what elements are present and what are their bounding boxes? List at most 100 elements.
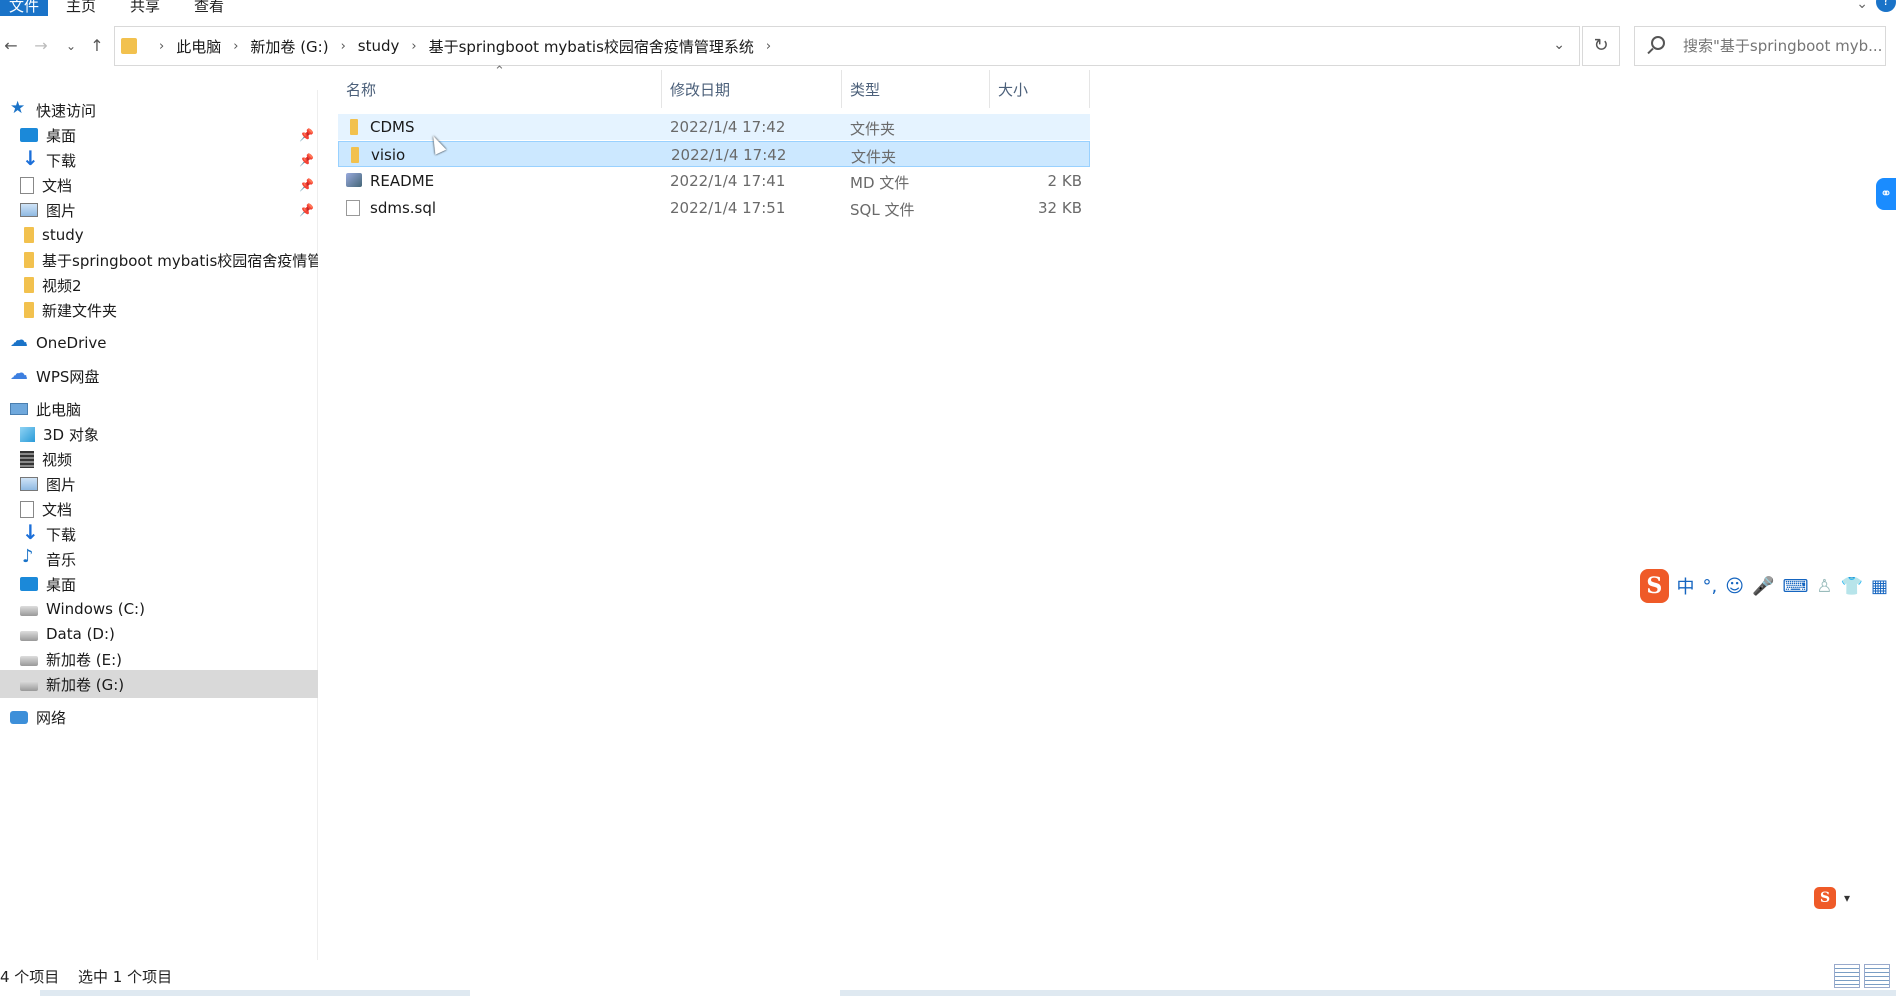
sidebar-item-downloads[interactable]: 下载 📌: [0, 146, 318, 174]
sidebar-item-label: 3D 对象: [43, 425, 99, 444]
refresh-icon[interactable]: ↻: [1582, 26, 1620, 66]
file-name: visio: [371, 146, 406, 164]
sidebar-item-pc-desktop[interactable]: 桌面: [0, 570, 318, 598]
column-header-label: 类型: [850, 80, 881, 99]
pictures-icon: [20, 203, 38, 217]
sidebar-item-drive-g[interactable]: 新加卷 (G:): [0, 670, 318, 698]
sidebar-item-desktop[interactable]: 桌面 📌: [0, 121, 318, 149]
pin-icon[interactable]: 📌: [299, 178, 314, 192]
sidebar-item-onedrive[interactable]: OneDrive: [0, 329, 318, 357]
sidebar-item-label: Data (D:): [46, 625, 115, 643]
sidebar-item-wps[interactable]: WPS网盘: [0, 362, 318, 390]
breadcrumb-chevron-icon[interactable]: ›: [333, 39, 354, 54]
keyboard-icon[interactable]: ⌨: [1782, 576, 1808, 597]
column-header-type[interactable]: 类型: [842, 70, 990, 108]
markdown-file-icon: [346, 173, 362, 187]
column-header-size[interactable]: 大小: [990, 70, 1090, 108]
toolbox-icon[interactable]: ▦: [1871, 576, 1888, 597]
sogou-logo-icon[interactable]: S: [1814, 887, 1836, 909]
sidebar-item-pc-pictures[interactable]: 图片: [0, 470, 318, 498]
breadcrumb-chevron-icon[interactable]: ›: [403, 39, 424, 54]
ime-language-toggle[interactable]: 中: [1677, 573, 1695, 599]
emoji-icon[interactable]: ☺: [1725, 576, 1744, 597]
sidebar-item-network[interactable]: 网络: [0, 703, 318, 731]
breadcrumb-this-pc[interactable]: 此电脑: [172, 36, 225, 57]
file-row-visio[interactable]: visio 2022/1/4 17:42 文件夹: [338, 141, 1090, 167]
column-header-label: 名称: [346, 80, 377, 99]
column-header-name[interactable]: 名称 ⌃: [338, 64, 662, 108]
back-icon[interactable]: ←: [0, 34, 22, 58]
breadcrumb-study[interactable]: study: [354, 37, 404, 55]
link-icon[interactable]: ⚭: [1876, 178, 1896, 210]
sidebar-item-label: 文档: [42, 176, 73, 195]
file-row-cdms[interactable]: CDMS 2022/1/4 17:42 文件夹: [338, 114, 1090, 140]
sidebar-item-drive-e[interactable]: 新加卷 (E:): [0, 645, 318, 673]
sidebar-item-label: 图片: [46, 475, 77, 494]
bottom-scroll-strip: [0, 990, 1896, 996]
selection-count: 选中 1 个项目: [78, 968, 173, 986]
pin-icon[interactable]: 📌: [299, 203, 314, 217]
drive-icon: [20, 631, 38, 641]
column-header-date[interactable]: 修改日期: [662, 70, 842, 108]
user-icon[interactable]: ♙: [1816, 576, 1832, 597]
sidebar-item-study[interactable]: study: [0, 221, 318, 249]
pin-icon[interactable]: 📌: [299, 153, 314, 167]
sogou-logo-icon[interactable]: S: [1640, 569, 1669, 603]
ribbon-expand-chevron-icon[interactable]: ⌄: [1856, 0, 1868, 12]
tab-home[interactable]: 主页: [66, 0, 96, 16]
tab-file[interactable]: 文件: [0, 0, 48, 16]
breadcrumb-current-folder[interactable]: 基于springboot mybatis校园宿舍疫情管理系统: [425, 36, 758, 57]
sidebar-item-drive-d[interactable]: Data (D:): [0, 620, 318, 648]
search-box[interactable]: [1634, 26, 1886, 66]
tab-view[interactable]: 查看: [194, 0, 224, 16]
up-icon[interactable]: ↑: [86, 34, 108, 58]
sidebar-item-pc-downloads[interactable]: 下载: [0, 520, 318, 548]
breadcrumb-chevron-icon[interactable]: ›: [225, 39, 246, 54]
details-view-icon[interactable]: [1834, 964, 1860, 988]
forward-icon[interactable]: →: [30, 34, 52, 58]
sidebar-item-this-pc[interactable]: 此电脑: [0, 395, 318, 423]
sidebar-item-video2[interactable]: 视频2: [0, 271, 318, 299]
view-switcher: [1830, 964, 1890, 988]
file-row-sdms-sql[interactable]: sdms.sql 2022/1/4 17:51 SQL 文件 32 KB: [338, 195, 1090, 221]
recent-locations-icon[interactable]: ⌄: [60, 34, 82, 58]
sidebar-item-label: 此电脑: [36, 400, 82, 419]
sort-ascending-icon: ⌃: [494, 64, 505, 79]
sidebar-item-new-folder[interactable]: 新建文件夹: [0, 296, 318, 324]
folder-icon: [24, 302, 34, 318]
address-dropdown-icon[interactable]: ⌄: [1553, 37, 1565, 53]
sidebar-item-pc-documents[interactable]: 文档: [0, 495, 318, 523]
file-type: SQL 文件: [850, 201, 915, 219]
navigation-pane: 快速访问 桌面 📌 下载 📌 文档 📌 图片 📌 study 基于springb…: [0, 90, 318, 960]
pin-icon[interactable]: 📌: [299, 128, 314, 142]
breadcrumb-drive-g[interactable]: 新加卷 (G:): [246, 36, 332, 57]
sidebar-item-documents[interactable]: 文档 📌: [0, 171, 318, 199]
large-icons-view-icon[interactable]: [1864, 964, 1890, 988]
breadcrumb-chevron-icon[interactable]: ›: [151, 39, 172, 54]
help-icon[interactable]: ?: [1876, 0, 1896, 12]
ime-menu-icon[interactable]: ▾: [1844, 891, 1850, 905]
sidebar-item-quick-access[interactable]: 快速访问: [0, 96, 318, 124]
download-icon: [20, 520, 39, 544]
address-bar[interactable]: › 此电脑 › 新加卷 (G:) › study › 基于springboot …: [114, 26, 1580, 66]
file-name: CDMS: [370, 118, 415, 136]
pictures-icon: [20, 477, 38, 491]
sidebar-item-project-folder[interactable]: 基于springboot mybatis校园宿舍疫情管: [0, 246, 318, 274]
microphone-icon[interactable]: 🎤: [1752, 576, 1774, 597]
breadcrumb: › 此电脑 › 新加卷 (G:) › study › 基于springboot …: [151, 27, 779, 65]
search-input[interactable]: [1683, 35, 1883, 57]
tab-share[interactable]: 共享: [130, 0, 160, 16]
sidebar-item-label: study: [42, 226, 84, 244]
ime-punctuation-toggle[interactable]: °,: [1703, 576, 1718, 597]
skin-icon[interactable]: 👕: [1841, 576, 1863, 597]
document-icon: [20, 500, 34, 518]
sidebar-item-3d-objects[interactable]: 3D 对象: [0, 420, 318, 448]
sidebar-item-music[interactable]: 音乐: [0, 545, 318, 573]
breadcrumb-chevron-icon[interactable]: ›: [758, 39, 779, 54]
sidebar-item-videos[interactable]: 视频: [0, 445, 318, 473]
sidebar-item-drive-c[interactable]: Windows (C:): [0, 595, 318, 623]
sidebar-item-pictures[interactable]: 图片 📌: [0, 196, 318, 224]
file-row-readme[interactable]: README 2022/1/4 17:41 MD 文件 2 KB: [338, 168, 1090, 194]
search-icon: [1651, 36, 1665, 50]
file-size: 32 KB: [1038, 199, 1082, 217]
